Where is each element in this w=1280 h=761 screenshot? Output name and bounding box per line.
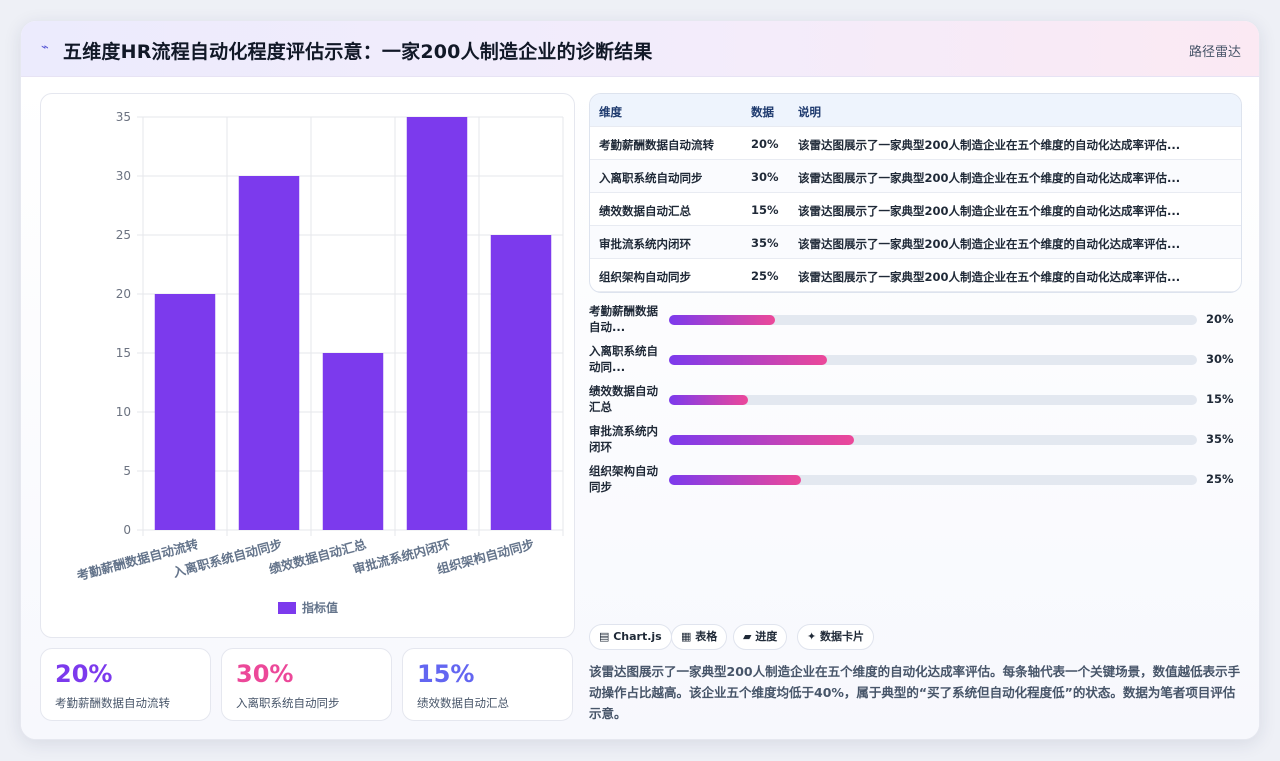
progress-value: 25% xyxy=(1206,472,1234,486)
data-table: 维度 数据 说明 考勤薪酬数据自动流转 20% 该雷达图展示了一家典型200人制造企… xyxy=(589,93,1242,293)
progress-value: 30% xyxy=(1206,352,1234,366)
progress-track xyxy=(669,315,1197,325)
progress-row: 考勤薪酬数据自动... 20% xyxy=(589,301,1241,337)
legend-swatch xyxy=(278,602,296,614)
table-header-data: 数据 xyxy=(751,105,774,119)
progress-value: 15% xyxy=(1206,392,1234,406)
table-cell-dimension: 绩效数据自动汇总 xyxy=(599,204,691,218)
dashboard-card: ⌁ 五维度HR流程自动化程度评估示意：一家200人制造企业的诊断结果 路径雷达 … xyxy=(20,20,1260,740)
table-row: 入离职系统自动同步 30% 该雷达图展示了一家典型200人制造企业在五个维度的自动化… xyxy=(590,160,1241,193)
progress-fill xyxy=(669,355,828,365)
stat-label: 绩效数据自动汇总 xyxy=(417,696,509,710)
table-cell-data: 30% xyxy=(751,170,779,184)
table-cell-dimension: 考勤薪酬数据自动流转 xyxy=(599,138,714,152)
bar xyxy=(154,294,216,530)
table-cell-description: 该雷达图展示了一家典型200人制造企业在五个维度的自动化达成率评估... xyxy=(798,138,1181,152)
stat-card: 15% 绩效数据自动汇总 xyxy=(402,648,573,721)
bar xyxy=(238,176,300,530)
progress-fill xyxy=(669,395,749,405)
x-tick-label: 组织架构自动同步 xyxy=(435,536,535,576)
y-tick-label: 15 xyxy=(116,346,131,360)
table-cell-description: 该雷达图展示了一家典型200人制造企业在五个维度的自动化达成率评估... xyxy=(798,270,1181,284)
table-cell-data: 35% xyxy=(751,236,779,250)
progress-label: 考勤薪酬数据自动... xyxy=(589,304,658,334)
progress-row: 入离职系统自动同... 30% xyxy=(589,341,1241,377)
table-header-description: 说明 xyxy=(798,105,821,119)
table-cell-description: 该雷达图展示了一家典型200人制造企业在五个维度的自动化达成率评估... xyxy=(798,237,1181,251)
chart-logo-icon: ⌁ xyxy=(41,40,49,55)
bar-chart-panel: 0 5 10 15 20 25 30 35 考勤薪酬数据自动流转 入离职系统自动同步 绩效数据自动汇… xyxy=(40,93,575,638)
table-cell-data: 15% xyxy=(751,203,779,217)
progress-track xyxy=(669,355,1197,365)
table-header-row: 维度 数据 说明 xyxy=(590,94,1241,127)
stat-value: 20% xyxy=(55,660,113,688)
progress-label: 审批流系统内闭环 xyxy=(589,424,658,454)
y-tick-label: 20 xyxy=(116,287,131,301)
progress-track xyxy=(669,435,1197,445)
progress-fill xyxy=(669,315,775,325)
progress-fill xyxy=(669,475,801,485)
tag-button[interactable]: ▦ 表格 xyxy=(671,624,728,650)
bar xyxy=(406,117,468,530)
stat-value: 15% xyxy=(417,660,475,688)
header-bar: ⌁ 五维度HR流程自动化程度评估示意：一家200人制造企业的诊断结果 路径雷达 xyxy=(21,21,1259,77)
y-tick-label: 5 xyxy=(123,464,131,478)
y-tick-label: 10 xyxy=(116,405,131,419)
table-row: 审批流系统内闭环 35% 该雷达图展示了一家典型200人制造企业在五个维度的自动化达… xyxy=(590,226,1241,259)
table-cell-dimension: 组织架构自动同步 xyxy=(599,270,691,284)
page-title: 五维度HR流程自动化程度评估示意：一家200人制造企业的诊断结果 xyxy=(63,41,653,63)
stat-label: 考勤薪酬数据自动流转 xyxy=(55,696,170,710)
stat-value: 30% xyxy=(236,660,294,688)
description-text: 该雷达图展示了一家典型200人制造企业在五个维度的自动化达成率评估。每条轴代表一… xyxy=(589,664,1241,721)
stat-card: 20% 考勤薪酬数据自动流转 xyxy=(40,648,211,721)
tag-button[interactable]: ✦ 数据卡片 xyxy=(797,624,875,650)
tag-button[interactable]: ▰ 进度 xyxy=(733,624,788,650)
progress-track xyxy=(669,475,1197,485)
tag-button[interactable]: ▤ Chart.js xyxy=(589,624,672,650)
progress-label: 组织架构自动同步 xyxy=(589,464,658,494)
table-cell-data: 25% xyxy=(751,269,779,283)
progress-value: 35% xyxy=(1206,432,1234,446)
table-row: 组织架构自动同步 25% 该雷达图展示了一家典型200人制造企业在五个维度的自动化达… xyxy=(590,259,1241,292)
table-row: 考勤薪酬数据自动流转 20% 该雷达图展示了一家典型200人制造企业在五个维度的自动… xyxy=(590,127,1241,160)
table-cell-description: 该雷达图展示了一家典型200人制造企业在五个维度的自动化达成率评估... xyxy=(798,171,1181,185)
bar xyxy=(322,353,384,530)
table-header-dimension: 维度 xyxy=(599,105,622,119)
y-tick-label: 35 xyxy=(116,110,131,124)
table-cell-dimension: 入离职系统自动同步 xyxy=(599,171,703,185)
y-tick-label: 0 xyxy=(123,523,131,537)
progress-row: 绩效数据自动汇总 15% xyxy=(589,381,1241,417)
progress-track xyxy=(669,395,1197,405)
stat-label: 入离职系统自动同步 xyxy=(236,696,340,710)
table-row: 绩效数据自动汇总 15% 该雷达图展示了一家典型200人制造企业在五个维度的自动化达… xyxy=(590,193,1241,226)
route-radar-link[interactable]: 路径雷达 xyxy=(1189,41,1241,60)
y-tick-label: 25 xyxy=(116,228,131,242)
bar-chart: 05101520253035考勤薪酬数据自动流转入离职系统自动同步绩效数据自动汇… xyxy=(75,110,564,615)
table-cell-dimension: 审批流系统内闭环 xyxy=(599,237,691,251)
progress-row: 审批流系统内闭环 35% xyxy=(589,421,1241,457)
progress-label: 入离职系统自动同... xyxy=(589,344,658,374)
progress-fill xyxy=(669,435,854,445)
table-cell-data: 20% xyxy=(751,137,779,151)
stat-card: 30% 入离职系统自动同步 xyxy=(221,648,392,721)
bar xyxy=(490,235,552,530)
progress-value: 20% xyxy=(1206,312,1234,326)
y-tick-label: 30 xyxy=(116,169,131,183)
legend-label: 指标值 xyxy=(302,600,338,615)
table-cell-description: 该雷达图展示了一家典型200人制造企业在五个维度的自动化达成率评估... xyxy=(798,204,1181,218)
progress-label: 绩效数据自动汇总 xyxy=(589,384,658,414)
progress-row: 组织架构自动同步 25% xyxy=(589,461,1241,497)
